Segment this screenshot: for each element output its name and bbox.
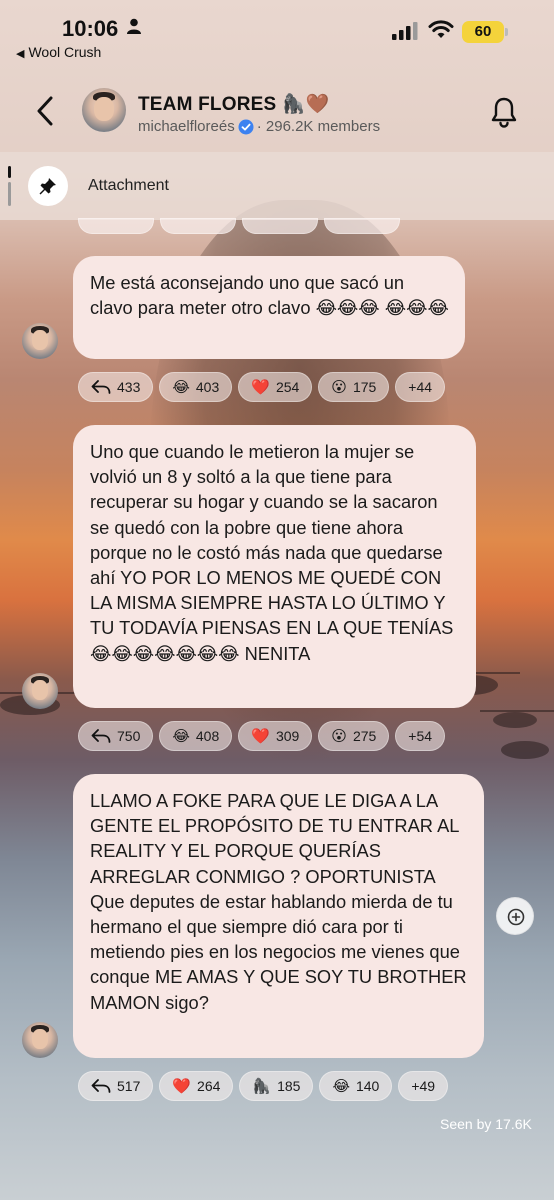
more-reactions-chip[interactable]: +44: [395, 372, 446, 402]
channel-subtitle: michaelfloreés · 296.2K members: [138, 118, 380, 135]
clock: 10:06: [62, 16, 119, 41]
reaction-chip-surprised[interactable]: 😮 175: [318, 372, 390, 402]
status-bar: 10:06 ◀ Wool Crush 60: [0, 0, 554, 70]
more-reactions-chip[interactable]: +54: [395, 721, 446, 751]
previous-reactions-partial: [78, 218, 400, 234]
message-bubble[interactable]: Me está aconsejando uno que sacó un clav…: [73, 256, 465, 359]
wifi-icon: [428, 20, 454, 38]
message-reactions: 750 😂 408 ❤️ 309 😮 275 +54: [78, 721, 446, 751]
reaction-chip[interactable]: [324, 218, 400, 234]
member-count: · 296.2K members: [256, 118, 381, 135]
reaction-chip-heart[interactable]: ❤️ 254: [238, 372, 313, 402]
verified-badge-icon: [238, 119, 254, 134]
battery-indicator: 60: [462, 21, 504, 43]
reaction-chip[interactable]: [242, 218, 318, 234]
reaction-chip-laughing[interactable]: 😂 140: [319, 1071, 393, 1101]
cellular-signal-icon: [392, 22, 418, 40]
add-reaction-button[interactable]: [496, 897, 534, 935]
pinned-message-bar[interactable]: Attachment: [0, 152, 554, 220]
reply-count-chip[interactable]: 750: [78, 721, 154, 751]
reaction-chip-laughing[interactable]: 😂 403: [159, 372, 233, 402]
seen-by-count: Seen by 17.6K: [440, 1116, 532, 1132]
battery-tip: [505, 28, 508, 36]
channel-avatar[interactable]: [82, 88, 126, 132]
back-chevron-icon[interactable]: [34, 96, 56, 126]
add-reaction-icon: [507, 908, 525, 926]
reaction-chip[interactable]: [160, 218, 236, 234]
channel-handle: michaelfloreés: [138, 118, 235, 135]
back-to-app-link[interactable]: ◀ Wool Crush: [16, 44, 101, 60]
notification-bell-icon[interactable]: [489, 96, 519, 128]
reaction-chip-heart[interactable]: ❤️ 309: [238, 721, 313, 751]
pinned-indicator: [8, 166, 11, 206]
back-app-label: Wool Crush: [28, 44, 102, 60]
pinned-label: Attachment: [88, 177, 169, 194]
reaction-chip-surprised[interactable]: 😮 275: [318, 721, 390, 751]
more-reactions-chip[interactable]: +49: [398, 1071, 449, 1101]
reaction-chip-gorilla[interactable]: 🦍 185: [239, 1071, 314, 1101]
message-reactions: 517 ❤️ 264 🦍 185 😂 140 +49: [78, 1071, 449, 1101]
message-text: Me está aconsejando uno que sacó un clav…: [90, 272, 449, 319]
message-text: Uno que cuando le metieron la mujer se v…: [90, 441, 454, 664]
sender-avatar[interactable]: [22, 1022, 58, 1058]
sender-avatar[interactable]: [22, 673, 58, 709]
message-bubble[interactable]: LLAMO A FOKE PARA QUE LE DIGA A LA GENTE…: [73, 774, 484, 1058]
reaction-chip-heart[interactable]: ❤️ 264: [159, 1071, 234, 1101]
channel-header: TEAM FLORES 🦍🤎 michaelfloreés · 296.2K m…: [0, 70, 554, 152]
reply-count-chip[interactable]: 517: [78, 1071, 154, 1101]
pin-icon: [39, 178, 56, 195]
message-reactions: 433 😂 403 ❤️ 254 😮 175 +44: [78, 372, 446, 402]
message-text: LLAMO A FOKE PARA QUE LE DIGA A LA GENTE…: [90, 790, 467, 1013]
channel-title[interactable]: TEAM FLORES 🦍🤎: [138, 92, 330, 116]
reply-icon: [91, 1079, 111, 1093]
reply-icon: [91, 380, 111, 394]
message-bubble[interactable]: Uno que cuando le metieron la mujer se v…: [73, 425, 476, 708]
sender-avatar[interactable]: [22, 323, 58, 359]
back-triangle-icon: ◀: [16, 48, 25, 60]
person-icon: [127, 18, 141, 34]
pin-button[interactable]: [28, 166, 68, 206]
reply-icon: [91, 729, 111, 743]
reaction-chip[interactable]: [78, 218, 154, 234]
reply-count-chip[interactable]: 433: [78, 372, 154, 402]
reaction-chip-laughing[interactable]: 😂 408: [159, 721, 233, 751]
